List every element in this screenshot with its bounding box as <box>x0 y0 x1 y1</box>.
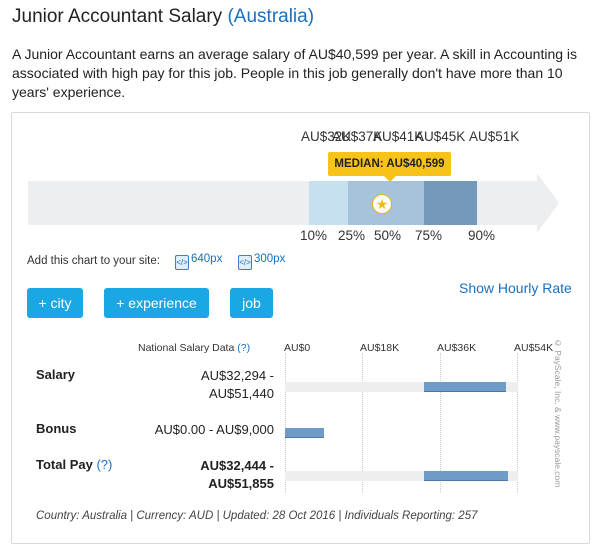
row-value-bonus: AU$0.00 - AU$9,000 <box>154 422 274 437</box>
total-pay-help-link[interactable]: (?) <box>96 457 112 472</box>
row-label-bonus: Bonus <box>36 421 77 436</box>
percentile-50: 50% <box>374 228 402 243</box>
total-pay-range-bar <box>424 471 508 481</box>
table-help-link[interactable]: (?) <box>237 342 250 354</box>
job-title: Junior Accountant Salary <box>12 6 223 27</box>
row-value-salary: AU$32,294 - AU$51,440 <box>201 368 274 401</box>
footer-meta: Country: Australia | Currency: AUD | Upd… <box>36 510 478 522</box>
table-header: National Salary Data (?) <box>138 342 251 354</box>
show-hourly-rate-link[interactable]: Show Hourly Rate <box>459 280 572 296</box>
embed-code-icon: </> <box>238 255 252 270</box>
percentile-25: 25% <box>338 228 366 243</box>
median-tag: MEDIAN: AU$40,599 <box>328 152 451 182</box>
embed-code-icon: </> <box>175 255 189 270</box>
range-arrow-head <box>537 173 559 233</box>
row-value-total-pay: AU$32,444 - AU$51,855 <box>200 458 274 491</box>
salary-description: A Junior Accountant earns an average sal… <box>12 46 578 100</box>
bonus-range-bar <box>285 428 324 438</box>
value-label-p90: AU$51K <box>469 129 520 144</box>
location-link[interactable]: (Australia) <box>227 6 314 27</box>
embed-label: Add this chart to your site: <box>27 255 160 267</box>
band-75-90 <box>424 181 477 225</box>
salary-range-bar <box>423 382 506 392</box>
percentile-10: 10% <box>300 228 328 243</box>
value-label-p75: AU$45K <box>415 129 466 144</box>
axis-tick-36k: AU$36K <box>437 342 477 354</box>
row-label-salary: Salary <box>36 367 76 382</box>
embed-640-link[interactable]: </> 640px <box>175 253 222 270</box>
axis-tick-18k: AU$18K <box>360 342 400 354</box>
copyright-notice: © PayScale, Inc. & www.payscale.com <box>553 338 563 488</box>
add-city-button[interactable]: + city <box>27 288 83 318</box>
band-10-25 <box>309 181 348 225</box>
percentile-75: 75% <box>415 228 443 243</box>
add-experience-button[interactable]: + experience <box>104 288 209 318</box>
page-title: Junior Accountant Salary (Australia) <box>12 6 314 28</box>
axis-tick-0: AU$0 <box>284 342 311 354</box>
median-star-icon: ★ <box>372 194 392 214</box>
embed-300-link[interactable]: </> 300px <box>238 253 285 270</box>
percentile-90: 90% <box>468 228 496 243</box>
row-label-total-pay: Total Pay (?) <box>36 457 113 472</box>
job-button[interactable]: job <box>230 288 273 318</box>
axis-tick-54k: AU$54K <box>514 342 554 354</box>
